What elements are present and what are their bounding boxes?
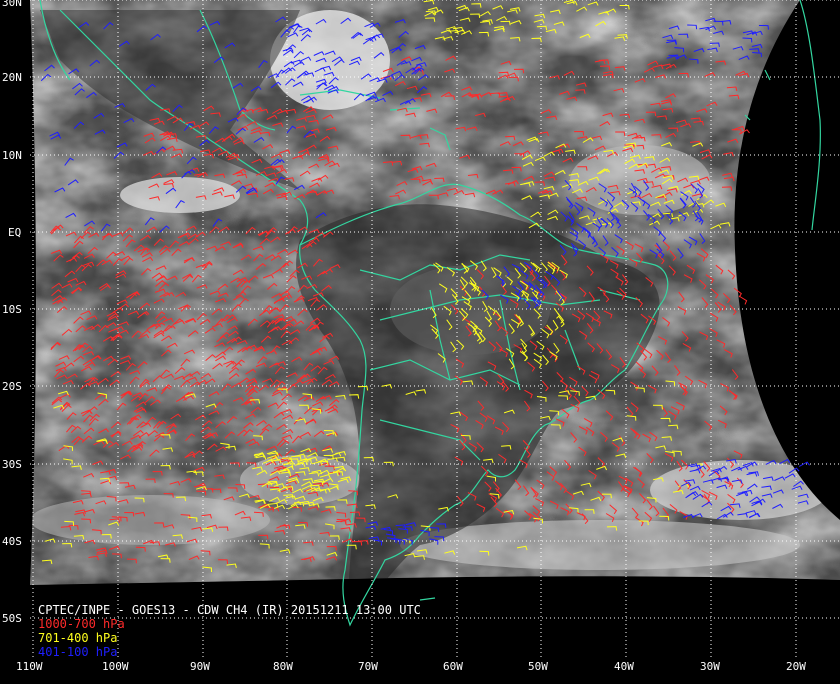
lon-label-30w: 30W — [700, 660, 720, 673]
wind-barb — [798, 461, 810, 467]
lon-label-40w: 40W — [614, 660, 634, 673]
wind-barb — [738, 295, 748, 305]
lat-label-eq: EQ — [8, 226, 22, 239]
lon-label-20w: 20W — [786, 660, 806, 673]
lat-label-20s: 20S — [2, 380, 22, 393]
lat-label-20n: 20N — [2, 71, 22, 84]
lon-label-80w: 80W — [273, 660, 293, 673]
lon-label-60w: 60W — [443, 660, 463, 673]
lon-label-90w: 90W — [190, 660, 210, 673]
lat-label-10s: 10S — [2, 303, 22, 316]
lon-label-70w: 70W — [358, 660, 378, 673]
legend-high-level: 401-100 hPa — [38, 645, 118, 659]
satellite-map: 30N 20N 10N EQ 10S 20S 30S 40S 50S 110W … — [0, 0, 840, 680]
legend-low-level: 1000-700 hPa — [38, 617, 125, 631]
lat-label-30s: 30S — [2, 458, 22, 471]
map-canvas — [30, 0, 840, 660]
lon-label-50w: 50W — [528, 660, 548, 673]
lat-label-50s: 50S — [2, 612, 22, 625]
lat-label-30n: 30N — [2, 0, 22, 9]
satellite-imagery — [30, 0, 840, 585]
lon-label-100w: 100W — [102, 660, 129, 673]
lat-label-10n: 10N — [2, 149, 22, 162]
lat-label-40s: 40S — [2, 535, 22, 548]
map-title: CPTEC/INPE - GOES13 - CDW CH4 (IR) 20151… — [38, 603, 421, 617]
lon-label-110w: 110W — [16, 660, 43, 673]
legend-mid-level: 701-400 hPa — [38, 631, 118, 645]
